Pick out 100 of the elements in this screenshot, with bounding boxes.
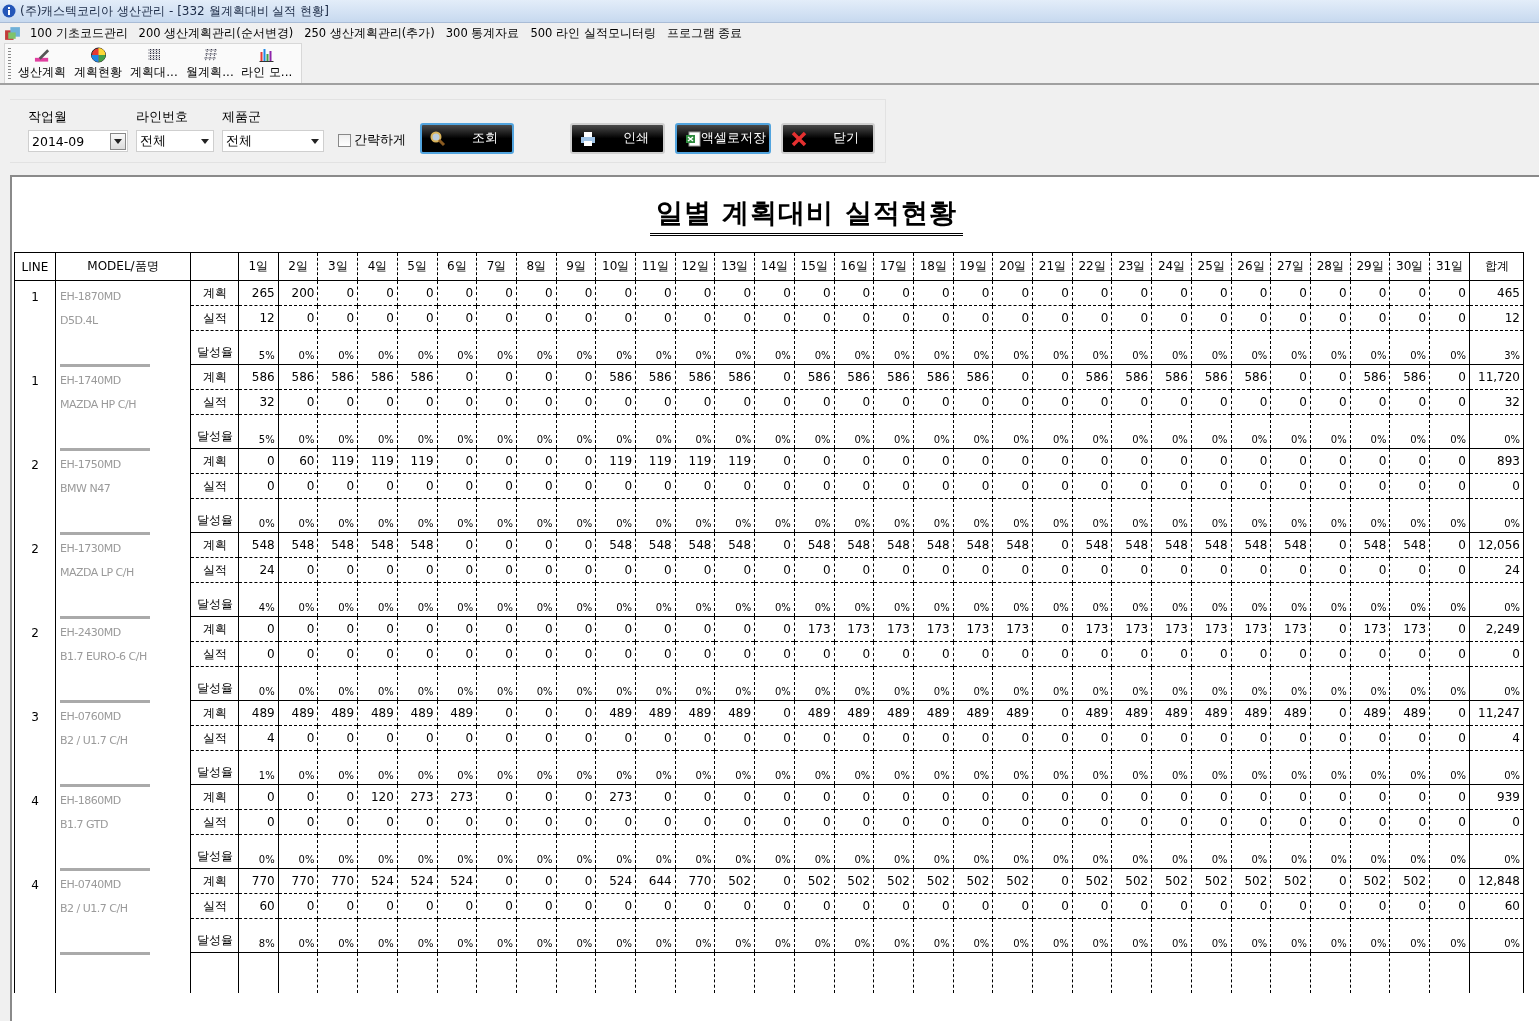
table-cell: 0 <box>437 809 477 835</box>
table-cell: 0% <box>238 834 279 869</box>
table-cell: 0 <box>1310 784 1351 810</box>
search-icon <box>430 130 446 147</box>
row-label: 달성율 <box>190 330 239 365</box>
table-cell: 0 <box>1350 725 1390 751</box>
table-cell: 0 <box>1032 700 1073 726</box>
column-header: 18일 <box>913 252 954 281</box>
table-cell: 0% <box>1270 666 1311 701</box>
table-cell: 0% <box>1151 498 1192 533</box>
table-cell: 770 <box>317 868 358 894</box>
table-cell: 0 <box>476 868 517 894</box>
table-cell: 0 <box>1310 473 1351 499</box>
table-cell: 0% <box>476 498 517 533</box>
table-cell: 0% <box>953 750 993 785</box>
dropdown-field[interactable]: 전체 <box>222 130 324 152</box>
table-cell: 0 <box>595 557 636 583</box>
table-cell: 0 <box>1310 868 1351 894</box>
table-cell: 0 <box>1310 893 1351 919</box>
table-cell: 548 <box>675 532 715 558</box>
table-cell: 489 <box>1151 700 1192 726</box>
table-cell: 0% <box>1072 918 1112 953</box>
table-cell: 548 <box>714 532 755 558</box>
table-cell: 0% <box>1151 750 1192 785</box>
table-cell: 0% <box>357 666 398 701</box>
model-name: B2 / U1.7 C/H <box>60 900 129 917</box>
column-header: LINE <box>14 252 56 281</box>
toolbar-button[interactable]: 라인 모... <box>238 44 296 83</box>
dropdown-field[interactable]: 전체 <box>136 130 214 152</box>
table-cell: 0 <box>1032 280 1073 306</box>
table-cell: 0 <box>317 641 358 667</box>
menu-item[interactable]: 500 라인 실적모니터링 <box>530 25 656 41</box>
table-cell: 502 <box>1231 868 1271 894</box>
table-cell: 0% <box>953 582 993 617</box>
row-label: 달성율 <box>190 750 239 785</box>
table-cell: 0% <box>1231 582 1271 617</box>
table-cell: 0 <box>1151 473 1192 499</box>
menu-item[interactable]: 프로그램 종료 <box>666 25 743 41</box>
table-cell: 0 <box>992 305 1033 331</box>
table-cell: 0 <box>595 280 636 306</box>
table-cell: 502 <box>1072 868 1112 894</box>
table-cell: 0% <box>1270 918 1311 953</box>
menu-item[interactable]: 300 통계자료 <box>445 25 520 41</box>
table-cell: 489 <box>1191 700 1232 726</box>
table-cell: 0 <box>1151 305 1192 331</box>
table-cell: 173 <box>834 616 874 642</box>
excel-button[interactable]: 액셀로저장 <box>674 123 771 154</box>
month-field[interactable]: 2014-09 <box>28 130 128 152</box>
toolbar-button[interactable]: 생산계획 <box>14 44 70 83</box>
table-cell: 0 <box>1310 280 1351 306</box>
table-cell: 0 <box>1310 557 1351 583</box>
column-header: 2일 <box>278 252 318 281</box>
table-cell: 0 <box>834 641 874 667</box>
spreadsheet-icon <box>684 130 701 147</box>
row-label: 실적 <box>190 305 239 331</box>
menu-item[interactable]: 200 생산계획관리(순서변경) <box>138 25 294 41</box>
table-cell: 0 <box>437 725 477 751</box>
table-cell: 0 <box>278 893 318 919</box>
menu-item[interactable]: 100 기초코드관리 <box>30 25 128 41</box>
table-cell: 0 <box>476 364 517 390</box>
table-cell: 0% <box>714 582 755 617</box>
table-cell: 0% <box>516 414 557 449</box>
table-cell: 0% <box>992 666 1033 701</box>
line-number: 1 <box>31 290 39 304</box>
table-cell: 0 <box>754 448 795 474</box>
table-cell: 0% <box>516 330 557 365</box>
table-cell: 0 <box>754 473 795 499</box>
table-cell: 489 <box>1350 700 1390 726</box>
line-number: 1 <box>31 373 39 388</box>
line-number: 4 <box>31 877 39 892</box>
table-cell: 0% <box>1231 498 1271 533</box>
search-button[interactable]: 조회 <box>420 123 515 154</box>
total-cell: 11,720 <box>1469 364 1524 390</box>
table-cell: 0 <box>278 473 318 499</box>
checkbox[interactable] <box>338 134 351 147</box>
table-cell: 586 <box>278 364 318 390</box>
table-cell: 0 <box>992 389 1033 415</box>
close-button[interactable]: 닫기 <box>780 123 875 154</box>
table-cell: 0 <box>953 784 993 810</box>
table-cell: 0% <box>873 834 914 869</box>
table-cell: 120 <box>357 784 398 810</box>
table-cell: 0 <box>873 448 914 474</box>
toolbar-button[interactable]: 계획대... <box>126 44 182 83</box>
table-cell: 0% <box>953 834 993 869</box>
table-cell: 0 <box>1111 280 1152 306</box>
app-menu-icon[interactable] <box>4 25 21 41</box>
table-cell: 0 <box>1270 448 1311 474</box>
menu-item[interactable]: 250 생산계획관리(추가) <box>304 25 435 41</box>
table-cell: 548 <box>1270 532 1311 558</box>
table-cell: 0 <box>953 809 993 835</box>
print-button[interactable]: 인쇄 <box>570 123 665 154</box>
toolbar-button[interactable]: 월계획... <box>182 44 238 83</box>
toolbar-button[interactable]: 계획현황 <box>70 44 126 83</box>
table-cell: 0 <box>794 448 835 474</box>
table-cell: 0 <box>516 305 557 331</box>
table-cell: 0% <box>317 582 358 617</box>
table-cell: 0% <box>754 582 795 617</box>
table-cell: 0 <box>556 616 596 642</box>
table-cell: 0 <box>1389 893 1430 919</box>
toolbar-grip[interactable] <box>8 48 11 79</box>
